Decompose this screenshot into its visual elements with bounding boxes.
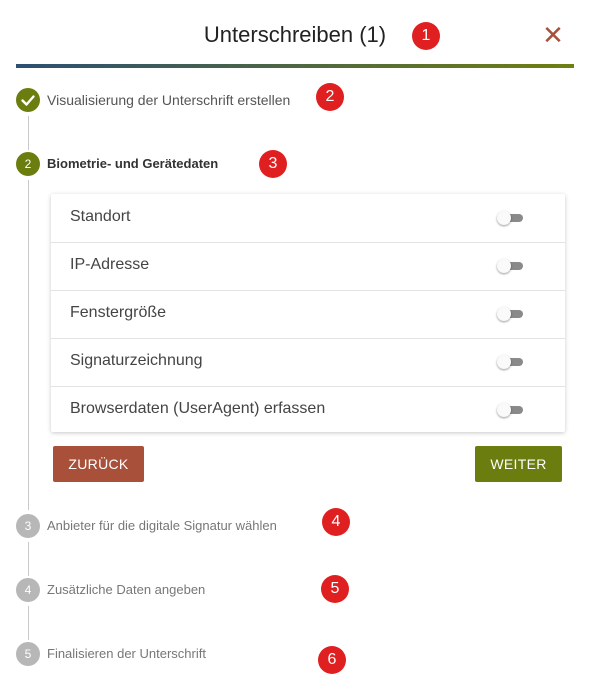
biometrics-options-card: Standort IP-Adresse Fenstergröße Signatu…: [51, 194, 565, 432]
signature-drawing-toggle[interactable]: [497, 355, 525, 369]
step-4-number: 4: [16, 578, 40, 602]
annotation-badge-1: 1: [412, 22, 440, 50]
option-label: IP-Adresse: [70, 256, 150, 273]
back-button[interactable]: ZURÜCK: [53, 446, 144, 482]
annotation-badge-4: 4: [322, 508, 350, 536]
option-label: Signaturzeichnung: [70, 352, 203, 369]
dialog-title: Unterschreiben (1): [203, 22, 387, 47]
step-connector: [28, 606, 29, 640]
step-2-label[interactable]: Biometrie- und Gerätedaten: [47, 154, 218, 174]
annotation-badge-2: 2: [316, 83, 344, 111]
option-label: Standort: [70, 208, 131, 225]
user-agent-toggle[interactable]: [497, 403, 525, 417]
step-2-number: 2: [16, 152, 40, 176]
annotation-badge-3: 3: [259, 150, 287, 178]
next-button[interactable]: WEITER: [475, 446, 562, 482]
annotation-badge-5: 5: [321, 575, 349, 603]
step-connector: [28, 116, 29, 150]
location-toggle[interactable]: [497, 211, 525, 225]
header-divider: [16, 64, 574, 68]
close-icon[interactable]: ✕: [538, 20, 568, 50]
option-row-location: Standort: [51, 194, 565, 243]
option-label: Fenstergröße: [70, 304, 167, 321]
step-1-check-icon: [16, 88, 40, 112]
step-4-label[interactable]: Zusätzliche Daten angeben: [47, 580, 205, 600]
step-5-number: 5: [16, 642, 40, 666]
option-row-window-size: Fenstergröße: [51, 290, 565, 339]
ip-address-toggle[interactable]: [497, 259, 525, 273]
option-label: Browserdaten (UserAgent) erfassen: [70, 400, 326, 417]
annotation-badge-6: 6: [318, 646, 346, 674]
option-row-signature-drawing: Signaturzeichnung: [51, 338, 565, 387]
step-1-label[interactable]: Visualisierung der Unterschrift erstelle…: [47, 90, 290, 110]
option-row-user-agent: Browserdaten (UserAgent) erfassen: [51, 386, 565, 434]
window-size-toggle[interactable]: [497, 307, 525, 321]
step-3-number: 3: [16, 514, 40, 538]
step-5-label[interactable]: Finalisieren der Unterschrift: [47, 644, 206, 664]
option-row-ip-address: IP-Adresse: [51, 242, 565, 291]
checkmark-icon: [21, 95, 35, 106]
step-connector: [28, 180, 29, 510]
step-3-label[interactable]: Anbieter für die digitale Signatur wähle…: [47, 516, 277, 536]
step-connector: [28, 542, 29, 576]
